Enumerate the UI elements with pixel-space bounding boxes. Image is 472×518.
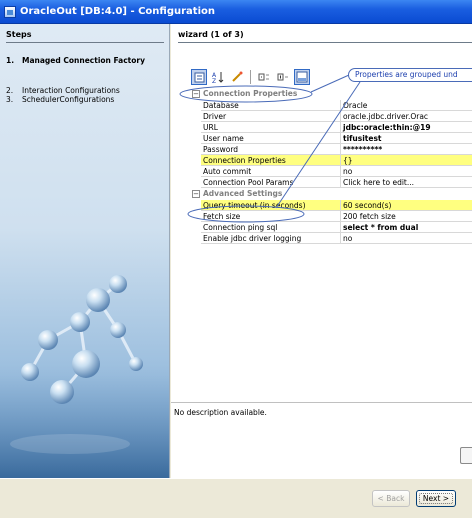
step-number: 3.	[6, 95, 14, 104]
properties-callout: Properties are grouped und	[348, 68, 472, 82]
property-row[interactable]: Query timeout (in seconds) 60 second(s)	[201, 200, 472, 211]
property-row[interactable]: Enable jdbc driver logging no	[201, 233, 472, 244]
property-row[interactable]: Driver oracle.jdbc.driver.Orac	[201, 111, 472, 122]
categorized-icon[interactable]	[191, 69, 207, 85]
property-name: Enable jdbc driver logging	[201, 233, 341, 243]
property-name: Fetch size	[201, 211, 341, 221]
property-value[interactable]: 60 second(s)	[341, 200, 472, 210]
expand-icon[interactable]	[256, 69, 272, 85]
description-divider	[171, 402, 472, 403]
show-description-icon[interactable]	[294, 69, 310, 85]
property-row[interactable]: Connection ping sql select * from dual	[201, 222, 472, 233]
molecule-illustration	[0, 275, 169, 478]
property-row[interactable]: URL jdbc:oracle:thin:@19	[201, 122, 472, 133]
window-titlebar[interactable]: OracleOut [DB:4.0] - Configuration	[0, 0, 472, 24]
property-grid: − Connection Properties Database Oracle Dr…	[192, 88, 472, 244]
property-value[interactable]: Oracle	[341, 100, 472, 110]
step-label: Managed Connection Factory	[22, 56, 146, 65]
property-value[interactable]: {}	[341, 155, 472, 165]
property-row[interactable]: Fetch size 200 fetch size	[201, 211, 472, 222]
description-toggle[interactable]	[460, 447, 472, 464]
property-name: Password	[201, 144, 341, 154]
sort-alpha-icon[interactable]: AZ	[210, 69, 226, 85]
steps-sidebar: Steps 1. Managed Connection Factory 2. I…	[0, 24, 170, 478]
property-description: No description available.	[174, 408, 267, 417]
step-label: SchedulerConfigurations	[22, 95, 115, 104]
property-value[interactable]: 200 fetch size	[341, 211, 472, 221]
property-name: User name	[201, 133, 341, 143]
property-row[interactable]: Auto commit no	[201, 166, 472, 177]
property-value[interactable]: no	[341, 166, 472, 176]
step-label: Interaction Configurations	[22, 86, 120, 95]
svg-text:Z: Z	[212, 78, 216, 83]
property-value[interactable]: **********	[341, 144, 472, 154]
property-name: Connection Properties	[201, 155, 341, 165]
app-icon	[4, 5, 16, 18]
group-connection-properties[interactable]: − Connection Properties	[192, 88, 472, 100]
property-value[interactable]: no	[341, 233, 472, 243]
step-number: 2.	[6, 86, 14, 95]
property-value[interactable]: oracle.jdbc.driver.Orac	[341, 111, 472, 121]
property-row[interactable]: Connection Properties{}	[201, 155, 472, 166]
property-name: Query timeout (in seconds)	[201, 200, 341, 210]
property-name: Connection Pool Params	[201, 177, 341, 187]
edit-wand-icon[interactable]	[229, 69, 245, 85]
group-label: Connection Properties	[203, 89, 298, 98]
step-number: 1.	[6, 56, 15, 65]
property-name: Connection ping sql	[201, 222, 341, 232]
property-row[interactable]: User name tifusitest	[201, 133, 472, 144]
property-row[interactable]: Database Oracle	[201, 100, 472, 111]
step-item-scheduler-configurations[interactable]: 3. SchedulerConfigurations	[6, 95, 152, 104]
property-toolbar: AZ	[191, 68, 310, 86]
steps-header: Steps	[6, 30, 164, 43]
property-value[interactable]: jdbc:oracle:thin:@19	[341, 122, 472, 132]
back-button[interactable]: < Back	[372, 490, 410, 507]
property-row[interactable]: Password **********	[201, 144, 472, 155]
property-row[interactable]: Connection Pool Params Click here to edit…	[201, 177, 472, 188]
property-value[interactable]: select * from dual	[341, 222, 472, 232]
window-title: OracleOut [DB:4.0] - Configuration	[20, 6, 215, 17]
step-item-managed-connection-factory[interactable]: 1. Managed Connection Factory	[6, 56, 152, 65]
next-button[interactable]: Next >	[416, 490, 456, 507]
group-label: Advanced Settings	[203, 189, 283, 198]
property-name: URL	[201, 122, 341, 132]
collapse-icon[interactable]: −	[192, 90, 200, 98]
step-item-interaction-configurations[interactable]: 2. Interaction Configurations	[6, 86, 152, 95]
property-value[interactable]: tifusitest	[341, 133, 472, 143]
property-name: Database	[201, 100, 341, 110]
toolbar-separator	[250, 70, 251, 84]
property-value[interactable]: Click here to edit...	[341, 177, 472, 187]
property-name: Auto commit	[201, 166, 341, 176]
group-advanced-settings[interactable]: − Advanced Settings	[192, 188, 472, 200]
wizard-title: wizard (1 of 3)	[178, 30, 472, 43]
property-name: Driver	[201, 111, 341, 121]
collapse-icon[interactable]	[275, 69, 291, 85]
collapse-icon[interactable]: −	[192, 190, 200, 198]
